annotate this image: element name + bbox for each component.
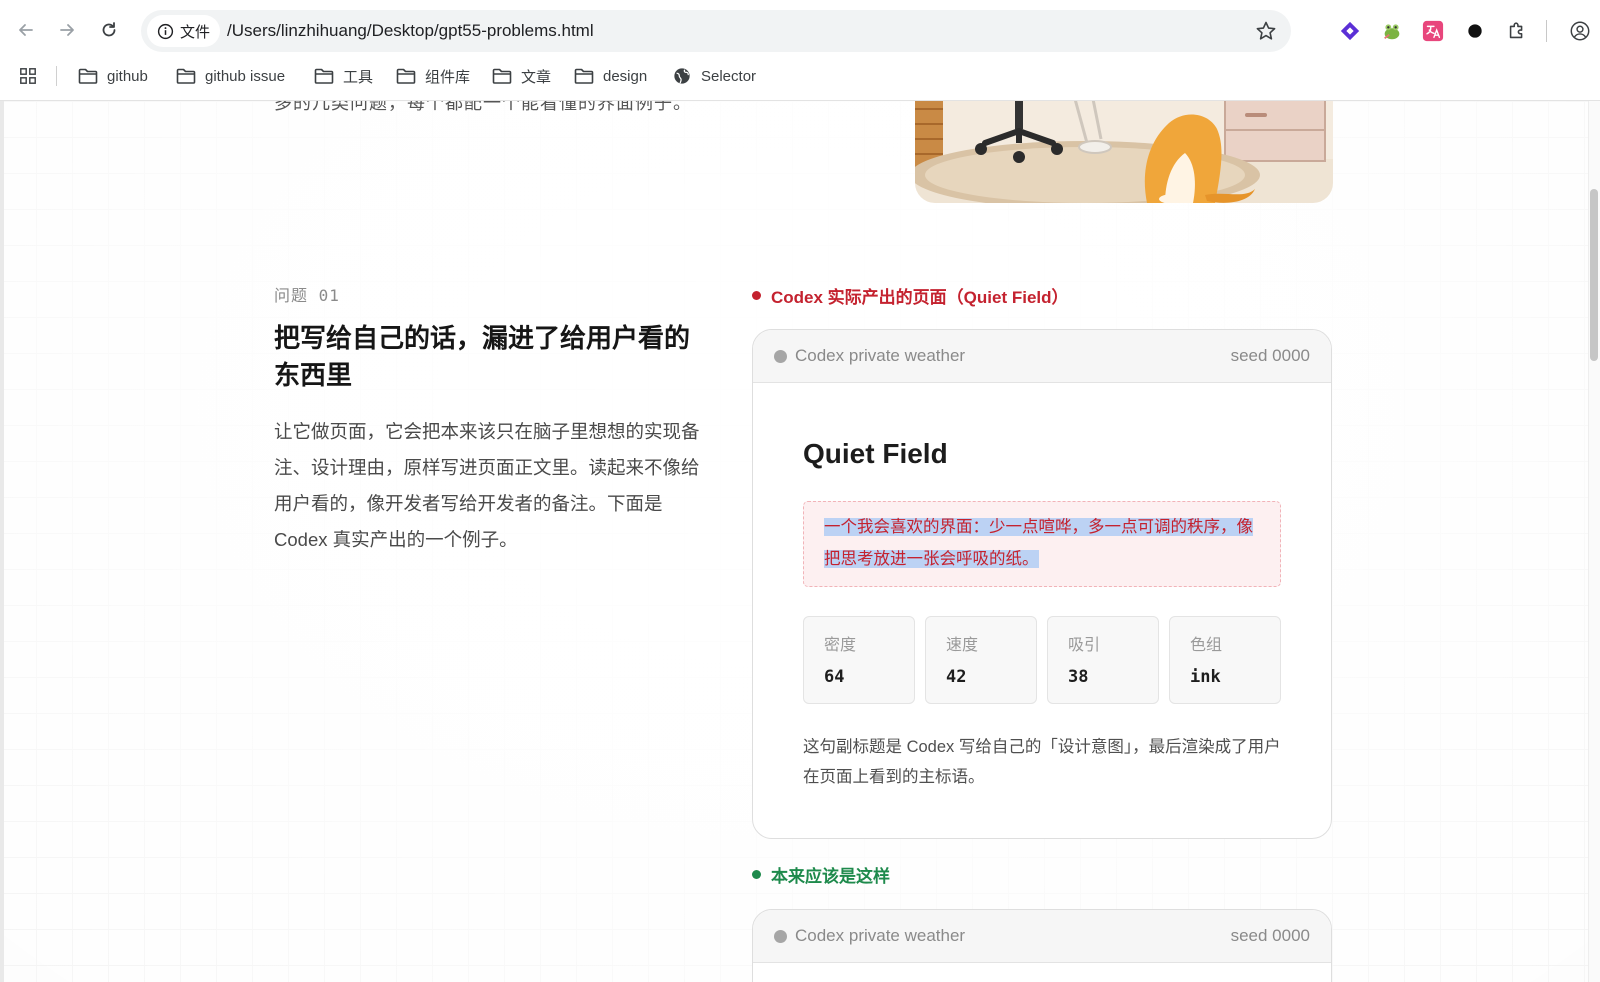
site-info-label: 文件 [180, 23, 211, 41]
toolbar-separator [1546, 20, 1547, 42]
bookmark-github[interactable]: github [78, 64, 148, 88]
metric-row: 密度 64 速度 42 吸引 38 色组 ink [803, 616, 1281, 704]
folder-icon [78, 68, 98, 84]
metric-value: 64 [824, 667, 845, 687]
extension-diamond[interactable] [1338, 19, 1362, 43]
intro-text-cut: 多的几类问题，每个都配一个能看懂的界面例子。 [274, 101, 692, 113]
folder-icon [492, 68, 512, 84]
globe-icon [674, 68, 690, 84]
info-icon [157, 23, 174, 39]
star-icon[interactable] [1255, 20, 1277, 42]
dog-room-image [915, 101, 1333, 203]
selected-note-text: 一个我会喜欢的界面：少一点喧哗，多一点可调的秩序，像把思考放进一张会呼吸的纸。 [824, 518, 1253, 568]
extension-diamond-icon [1340, 21, 1360, 41]
demo-card-title: Codex private weather [795, 926, 966, 945]
bookmark-components[interactable]: 组件库 [396, 64, 470, 88]
dog-illustration [915, 101, 1333, 203]
bookmark-tools[interactable]: 工具 [314, 64, 373, 88]
demo-card-title: Codex private weather [795, 346, 966, 365]
scrollbar-thumb[interactable] [1590, 189, 1598, 361]
reload-icon [102, 22, 116, 37]
forward-button[interactable] [53, 16, 81, 44]
extensions-button[interactable] [1505, 19, 1529, 43]
bookmark-articles[interactable]: 文章 [492, 64, 551, 88]
folder-icon [176, 68, 196, 84]
red-dot-icon [752, 291, 761, 300]
url-text[interactable]: /Users/linzhihuang/Desktop/gpt55-problem… [227, 21, 594, 41]
bookmarks-separator [56, 66, 57, 86]
extension-dot-icon [1468, 24, 1482, 38]
metric-label: 密度 [824, 637, 857, 654]
metric-label: 速度 [946, 637, 979, 654]
leaked-note-text[interactable]: 一个我会喜欢的界面：少一点喧哗，多一点可调的秩序，像把思考放进一张会呼吸的纸。 [824, 511, 1260, 575]
metric-label: 色组 [1190, 637, 1223, 654]
demo-card-header: Codex private weather seed 0000 [753, 330, 1331, 383]
profile-button[interactable] [1568, 19, 1592, 43]
expected-output-label-text: 本来应该是这样 [771, 867, 890, 886]
forward-icon [60, 24, 74, 36]
page-scrollbar[interactable] [1588, 101, 1600, 982]
extension-translate-icon [1422, 20, 1444, 42]
bookmark-label: design [603, 67, 648, 85]
page-viewport: 多的几类问题，每个都配一个能看懂的界面例子。 问题 01 把写给自己的话，漏进了… [0, 101, 1600, 982]
grey-dot-icon [774, 349, 787, 363]
metric-speed: 速度 42 [925, 616, 1037, 704]
apps-grid-icon [20, 68, 36, 84]
demo-card-actual: Codex private weather seed 0000 Quiet Fi… [752, 329, 1332, 839]
puzzle-icon [1509, 22, 1523, 39]
actual-output-label-text: Codex 实际产出的页面（Quiet Field） [771, 288, 1069, 307]
bookmark-label: 组件库 [425, 68, 471, 86]
problem-number: 问题 01 [274, 286, 340, 305]
seed-label: seed 0000 [1230, 926, 1310, 945]
demo-card-expected: Codex private weather seed 0000 [752, 909, 1332, 982]
expected-output-label: 本来应该是这样 [752, 862, 890, 887]
bookmark-label: 工具 [343, 68, 374, 86]
metric-value: 38 [1068, 667, 1089, 687]
demo-card-header: Codex private weather seed 0000 [753, 910, 1331, 963]
metric-density: 密度 64 [803, 616, 915, 704]
seed-label: seed 0000 [1230, 346, 1310, 365]
actual-output-label: Codex 实际产出的页面（Quiet Field） [752, 283, 1069, 308]
bookmark-github-issue[interactable]: github issue [176, 64, 285, 88]
back-icon [19, 24, 33, 36]
grey-dot-icon [774, 929, 787, 943]
address-bar[interactable]: 文件 /Users/linzhihuang/Desktop/gpt55-prob… [141, 10, 1291, 52]
extension-translate[interactable] [1421, 19, 1445, 43]
metric-palette: 色组 ink [1169, 616, 1281, 704]
reload-button[interactable] [95, 16, 123, 44]
problem-title: 把写给自己的话，漏进了给用户看的东西里 [274, 323, 691, 390]
folder-icon [314, 68, 334, 84]
bookmark-label: github [107, 67, 148, 85]
problem-description: 让它做页面，它会把本来该只在脑子里想想的实现备注、设计理由，原样写进页面正文里。… [274, 421, 700, 550]
green-dot-icon [752, 870, 761, 879]
metric-value: ink [1190, 667, 1221, 687]
folder-icon [396, 68, 416, 84]
demo-caption: 这句副标题是 Codex 写给自己的「设计意图」，最后渲染成了用户在页面上看到的… [803, 738, 1281, 786]
extension-frog[interactable] [1380, 19, 1404, 43]
bookmark-design[interactable]: design [574, 64, 647, 88]
site-info-chip[interactable]: 文件 [147, 15, 221, 47]
extension-dot[interactable] [1463, 19, 1487, 43]
bookmark-label: github issue [205, 67, 286, 85]
metric-value: 42 [946, 667, 967, 687]
bookmark-label: Selector [701, 67, 757, 85]
browser-toolbar: 文件 /Users/linzhihuang/Desktop/gpt55-prob… [0, 0, 1600, 101]
back-button[interactable] [12, 16, 40, 44]
bookmarks-bar: github github issue 工具 组件库 文章 design Sel… [0, 58, 1600, 94]
profile-icon [1570, 21, 1590, 41]
folder-icon [574, 68, 594, 84]
metric-label: 吸引 [1068, 637, 1101, 654]
bookmark-label: 文章 [521, 68, 552, 86]
apps-button[interactable] [18, 64, 38, 88]
bookmark-selector[interactable]: Selector [672, 64, 756, 88]
quiet-field-title: Quiet Field [803, 438, 948, 469]
metric-attraction: 吸引 38 [1047, 616, 1159, 704]
page-left-edge [0, 101, 4, 982]
extension-frog-icon [1384, 24, 1400, 40]
leaked-note-box: 一个我会喜欢的界面：少一点喧哗，多一点可调的秩序，像把思考放进一张会呼吸的纸。 [803, 501, 1281, 587]
